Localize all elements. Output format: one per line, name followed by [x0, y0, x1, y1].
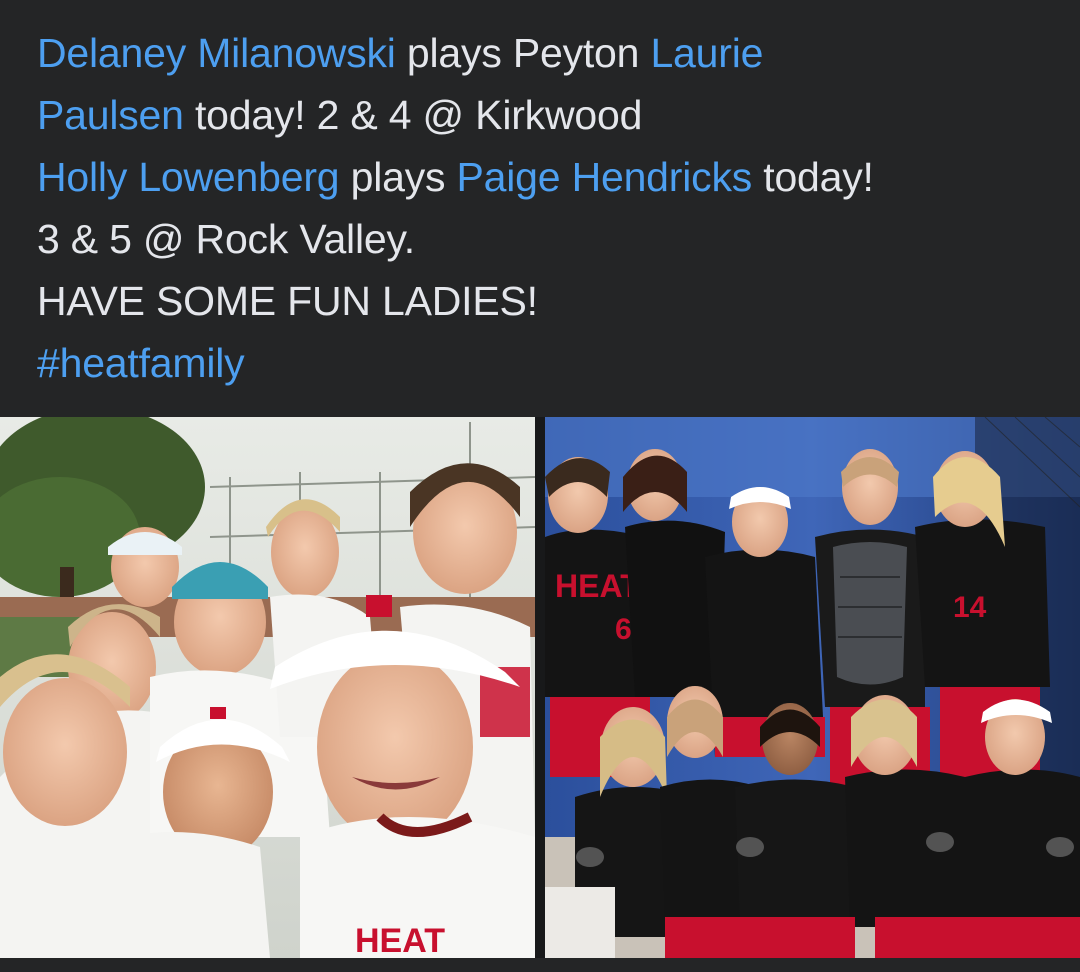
post-text-segment: plays	[339, 154, 457, 200]
photo-grid: HEAT HEAT 6 14	[0, 417, 1080, 958]
post-line-3: Holly Lowenberg plays Paige Hendricks to…	[37, 146, 1057, 208]
post-bottom-edge	[0, 958, 1080, 972]
mention-paige-hendricks[interactable]: Paige Hendricks	[457, 154, 753, 200]
right-jersey-text-a: HEAT	[555, 568, 640, 604]
left-jersey-text: HEAT	[355, 922, 445, 958]
post-line-2: Paulsen today! 2 & 4 @ Kirkwood	[37, 84, 1057, 146]
post-text-segment: today! 2 & 4 @ Kirkwood	[183, 92, 643, 138]
right-jersey-number-b: 14	[953, 591, 987, 624]
hashtag-heatfamily[interactable]: #heatfamily	[37, 340, 245, 386]
post-text-segment: plays Peyton	[395, 30, 651, 76]
post-line-6: #heatfamily	[37, 332, 1057, 394]
mention-laurie-paulsen-part1[interactable]: Laurie	[650, 30, 763, 76]
right-jersey-number-a: 6	[615, 613, 632, 646]
post-line-5: HAVE SOME FUN LADIES!	[37, 278, 538, 324]
mention-holly-lowenberg[interactable]: Holly Lowenberg	[37, 154, 340, 200]
mention-laurie-paulsen-part2[interactable]: Paulsen	[37, 92, 184, 138]
photo-team-selfie[interactable]: HEAT	[0, 417, 535, 958]
post-line-4: 3 & 5 @ Rock Valley.	[37, 216, 415, 262]
post-body: Delaney Milanowski plays Peyton Laurie P…	[37, 22, 1057, 394]
mention-delaney-milanowski[interactable]: Delaney Milanowski	[37, 30, 396, 76]
post-line-1: Delaney Milanowski plays Peyton Laurie	[37, 22, 1057, 84]
team-indoor-image: HEAT 6 14	[545, 417, 1080, 958]
team-selfie-image: HEAT	[0, 417, 535, 958]
post-text-segment: today!	[752, 154, 874, 200]
photo-team-indoor[interactable]: HEAT 6 14	[545, 417, 1080, 958]
facebook-post: Delaney Milanowski plays Peyton Laurie P…	[0, 0, 1080, 972]
